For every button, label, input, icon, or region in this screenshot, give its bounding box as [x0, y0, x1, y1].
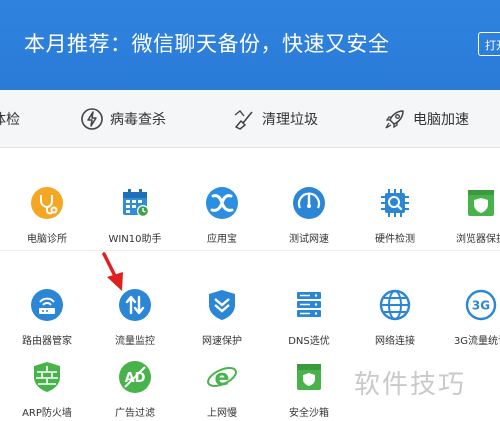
tool-3g-traffic-label: 3G流量统计 [453, 336, 500, 347]
tool-win10-helper[interactable]: WIN10助手 [91, 186, 179, 256]
tool-dns-optimize[interactable]: DNS选优 [265, 288, 353, 358]
3g-icon-text: 3G [472, 299, 490, 313]
tool-clean-junk[interactable]: 清理垃圾 [232, 107, 318, 131]
chip-icon [381, 189, 409, 217]
tool-browser-protect-label: 浏览器保护 [456, 234, 500, 245]
server-icon [297, 292, 321, 317]
tool-sandbox-label: 安全沙箱 [289, 408, 329, 419]
tool-sandbox[interactable]: 安全沙箱 [265, 360, 353, 421]
promo-banner[interactable]: 本月推荐：微信聊天备份，快速又安全 打开 [0, 0, 500, 90]
ie-icon: e [207, 366, 237, 391]
3g-icon: 3G [465, 289, 497, 321]
globe-icon [379, 289, 411, 321]
tool-clean-junk-label: 清理垃圾 [262, 112, 318, 128]
tool-checkup[interactable]: 体检 [0, 107, 20, 131]
tool-hardware-check[interactable]: 硬件检测 [351, 186, 439, 256]
ad-filter-icon: AD [119, 361, 151, 393]
calendar-icon [123, 189, 149, 217]
tool-3g-traffic[interactable]: 3G 3G流量统计 [437, 288, 500, 358]
watermark: 软件技巧 [354, 370, 467, 400]
speed-shield-icon [209, 290, 235, 320]
tool-speedup[interactable]: 电脑加速 [383, 107, 469, 131]
banner-text: 本月推荐：微信聊天备份，快速又安全 [24, 32, 390, 56]
traffic-arrows-icon [119, 289, 151, 321]
tool-virus-scan-label: 病毒查杀 [110, 112, 166, 128]
firewall-icon [34, 362, 60, 392]
tool-arp-firewall[interactable]: ARP防火墙 [3, 360, 91, 421]
tool-network-connection[interactable]: 网络连接 [351, 288, 439, 358]
broom-icon [234, 110, 253, 130]
tool-speed-protect[interactable]: 网速保护 [178, 288, 266, 358]
tool-slow-internet[interactable]: e 上网慢 [178, 360, 266, 421]
tool-app-store[interactable]: 应用宝 [178, 186, 266, 256]
tool-speedup-label: 电脑加速 [413, 112, 469, 128]
ie-icon-text: e [215, 366, 230, 391]
tool-browser-protect[interactable]: 浏览器保护 [437, 186, 500, 256]
lightning-shield-icon [81, 108, 103, 130]
browser-shield-icon [468, 190, 494, 216]
tool-traffic-monitor[interactable]: 流量监控 [91, 288, 179, 358]
app-store-icon [206, 187, 238, 219]
router-icon [31, 289, 63, 321]
tool-checkup-label: 体检 [0, 112, 20, 128]
tool-pc-clinic[interactable]: 电脑诊所 [3, 186, 91, 256]
app-window: 本月推荐：微信聊天备份，快速又安全 打开 体检 病毒查杀 清理垃圾 [0, 0, 500, 421]
tool-speed-test[interactable]: 测试网速 [265, 186, 353, 256]
tool-router-manager[interactable]: 路由器管家 [3, 288, 91, 358]
stethoscope-icon [31, 187, 63, 219]
tool-ad-filter[interactable]: AD 广告过滤 [91, 360, 179, 421]
banner-open-button[interactable]: 打开 [478, 32, 500, 56]
sandbox-icon [297, 364, 321, 390]
rocket-icon [385, 110, 404, 129]
speedometer-icon [293, 187, 325, 219]
tool-virus-scan[interactable]: 病毒查杀 [80, 107, 166, 131]
main-toolbar: 体检 病毒查杀 清理垃圾 电脑加速 [0, 90, 500, 148]
